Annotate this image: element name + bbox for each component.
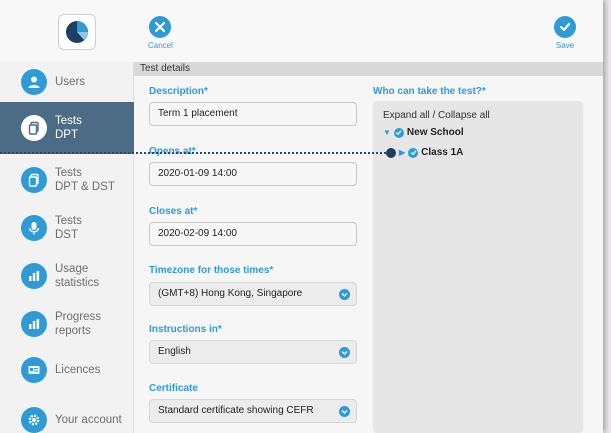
certificate-value: Standard certificate showing CEFR	[158, 405, 314, 416]
save-button[interactable]: Save	[554, 16, 576, 50]
save-label: Save	[555, 41, 575, 50]
caret-right-icon[interactable]: ▶	[399, 148, 405, 157]
pointer-dot	[386, 148, 396, 158]
timezone-select[interactable]: (GMT+8) Hong Kong, Singapore	[149, 282, 357, 306]
sidebar-item-users[interactable]: Users	[0, 66, 134, 98]
sidebar-item-label: Tests DPT	[55, 115, 82, 141]
bar-chart-icon	[21, 311, 47, 337]
microphone-icon	[21, 215, 47, 241]
tree-node-label: Class 1A	[421, 147, 464, 158]
sidebar-item-tests-dpt-dst[interactable]: Tests DPT & DST	[0, 158, 134, 202]
timezone-label: Timezone for those times*	[149, 265, 274, 276]
app-window: Cancel Save Users Tests DPT Tests DPT & …	[0, 0, 603, 433]
opens-at-input[interactable]: 2020-01-09 14:00	[149, 162, 357, 186]
id-card-icon	[21, 357, 47, 383]
close-icon	[149, 16, 172, 38]
sidebar-item-tests-dpt[interactable]: Tests DPT	[0, 102, 134, 154]
checkmark-icon[interactable]	[408, 147, 419, 158]
sidebar-item-licences[interactable]: Licences	[0, 354, 134, 386]
sidebar-item-label: Progress reports	[55, 311, 102, 337]
cancel-label: Cancel	[148, 41, 173, 50]
tree-node-new-school[interactable]: ▼ New School	[383, 127, 464, 138]
sidebar-item-usage-statistics[interactable]: Usage statistics	[0, 254, 134, 298]
chevron-down-icon	[339, 289, 350, 300]
pointer-line	[0, 152, 386, 154]
description-label: Description*	[149, 86, 208, 97]
sidebar-item-tests-dst[interactable]: Tests DST	[0, 206, 134, 250]
sidebar-item-your-account[interactable]: Your account	[0, 404, 134, 433]
chevron-down-icon	[339, 347, 350, 358]
group-tree-panel: Expand all / Collapse all ▼ New School ▶…	[373, 101, 583, 433]
closes-at-input[interactable]: 2020-02-09 14:00	[149, 222, 357, 246]
gear-icon	[21, 407, 47, 433]
timezone-value: (GMT+8) Hong Kong, Singapore	[158, 288, 303, 299]
sidebar-item-label: Licences	[55, 364, 101, 376]
instructions-value: English	[158, 346, 191, 357]
tree-node-class-1a[interactable]: ▶ Class 1A	[399, 147, 463, 158]
document-icon	[21, 115, 47, 141]
caret-down-icon[interactable]: ▼	[383, 128, 391, 137]
sidebar-item-label: Tests DST	[55, 215, 82, 241]
section-header: Test details	[134, 62, 603, 76]
toolbar: Cancel Save	[0, 0, 603, 62]
pie-chart-icon	[66, 21, 88, 43]
sidebar-item-label: Tests DPT & DST	[55, 167, 115, 193]
bar-chart-icon	[21, 263, 47, 289]
sidebar-item-label: Your account	[55, 414, 122, 426]
checkmark-icon[interactable]	[393, 127, 404, 138]
sidebar-item-label: Usage statistics	[55, 263, 100, 289]
sidebar: Users Tests DPT Tests DPT & DST Tests DST U…	[0, 62, 134, 433]
sidebar-item-label: Users	[55, 76, 86, 88]
cancel-button[interactable]: Cancel	[148, 16, 173, 50]
document-icon	[21, 167, 47, 193]
closes-at-label: Closes at*	[149, 206, 198, 217]
description-input[interactable]: Term 1 placement	[149, 102, 357, 126]
checkmark-icon	[554, 16, 576, 38]
app-logo	[58, 14, 96, 50]
who-can-take-label: Who can take the test?*	[373, 86, 486, 97]
chevron-down-icon	[339, 406, 350, 417]
certificate-label: Certificate	[149, 383, 198, 394]
tree-node-label: New School	[406, 127, 464, 138]
sidebar-item-progress-reports[interactable]: Progress reports	[0, 302, 134, 346]
instructions-label: Instructions in*	[149, 324, 222, 335]
user-icon	[21, 69, 47, 95]
instructions-select[interactable]: English	[149, 340, 357, 364]
certificate-select[interactable]: Standard certificate showing CEFR	[149, 399, 357, 423]
expand-collapse-link[interactable]: Expand all / Collapse all	[383, 110, 490, 121]
